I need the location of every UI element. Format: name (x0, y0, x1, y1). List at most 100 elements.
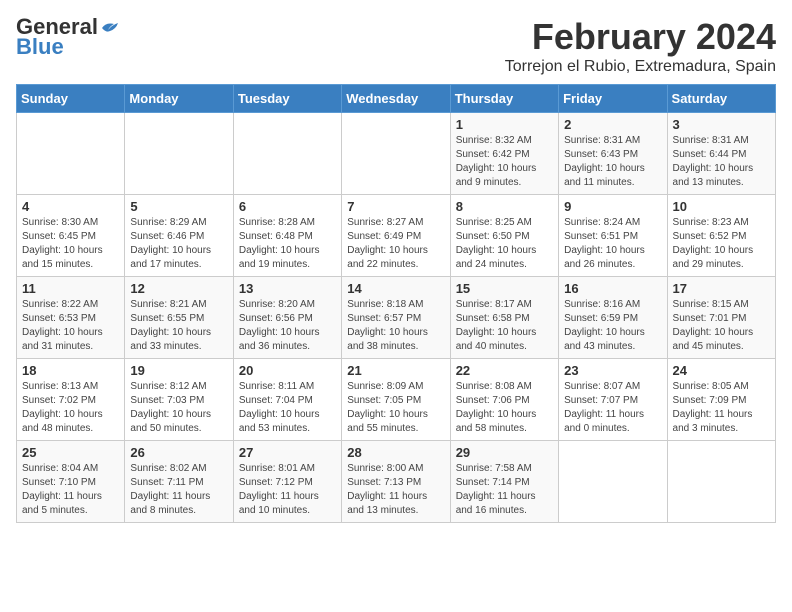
day-info: Sunrise: 8:02 AM Sunset: 7:11 PM Dayligh… (130, 462, 227, 518)
day-number: 14 (347, 281, 444, 296)
calendar-cell: 1Sunrise: 8:32 AM Sunset: 6:42 PM Daylig… (450, 113, 558, 195)
calendar-cell: 6 Sunrise: 8:28 AM Sunset: 6:48 PM Daylig… (233, 195, 341, 277)
calendar-cell: 15 Sunrise: 8:17 AM Sunset: 6:58 PM Dayli… (450, 277, 558, 359)
day-number: 22 (456, 363, 553, 378)
calendar-cell: 10 Sunrise: 8:23 AM Sunset: 6:52 PM Dayli… (667, 195, 775, 277)
day-info: Sunrise: 8:16 AM Sunset: 6:59 PM Dayligh… (564, 298, 661, 354)
day-info: Sunrise: 8:00 AM Sunset: 7:13 PM Dayligh… (347, 462, 444, 518)
day-number: 24 (673, 363, 770, 378)
day-info: Sunrise: 8:30 AM Sunset: 6:45 PM Dayligh… (22, 216, 119, 272)
weekday-header-thursday: Thursday (450, 85, 558, 113)
calendar-cell: 4 Sunrise: 8:30 AM Sunset: 6:45 PM Daylig… (17, 195, 125, 277)
day-number: 9 (564, 199, 661, 214)
weekday-header-saturday: Saturday (667, 85, 775, 113)
weekday-header-tuesday: Tuesday (233, 85, 341, 113)
logo: General Blue (16, 16, 120, 60)
calendar-cell: 2Sunrise: 8:31 AM Sunset: 6:43 PM Daylig… (559, 113, 667, 195)
weekday-header-sunday: Sunday (17, 85, 125, 113)
day-info: Sunrise: 8:17 AM Sunset: 6:58 PM Dayligh… (456, 298, 553, 354)
day-number: 3 (673, 117, 770, 132)
day-number: 29 (456, 445, 553, 460)
day-info: Sunrise: 8:12 AM Sunset: 7:03 PM Dayligh… (130, 380, 227, 436)
calendar-cell: 14 Sunrise: 8:18 AM Sunset: 6:57 PM Dayli… (342, 277, 450, 359)
calendar-cell: 11 Sunrise: 8:22 AM Sunset: 6:53 PM Dayli… (17, 277, 125, 359)
calendar-week-5: 25 Sunrise: 8:04 AM Sunset: 7:10 PM Dayli… (17, 441, 776, 523)
calendar-cell: 17Sunrise: 8:15 AM Sunset: 7:01 PM Dayli… (667, 277, 775, 359)
day-info: Sunrise: 8:25 AM Sunset: 6:50 PM Dayligh… (456, 216, 553, 272)
calendar-cell: 12 Sunrise: 8:21 AM Sunset: 6:55 PM Dayli… (125, 277, 233, 359)
day-info: Sunrise: 8:20 AM Sunset: 6:56 PM Dayligh… (239, 298, 336, 354)
day-number: 10 (673, 199, 770, 214)
day-info: Sunrise: 8:27 AM Sunset: 6:49 PM Dayligh… (347, 216, 444, 272)
calendar-cell: 23Sunrise: 8:07 AM Sunset: 7:07 PM Dayli… (559, 359, 667, 441)
calendar-cell: 28 Sunrise: 8:00 AM Sunset: 7:13 PM Dayli… (342, 441, 450, 523)
calendar-cell: 25 Sunrise: 8:04 AM Sunset: 7:10 PM Dayli… (17, 441, 125, 523)
page-header: General Blue February 2024 Torrejon el R… (16, 16, 776, 76)
day-info: Sunrise: 8:28 AM Sunset: 6:48 PM Dayligh… (239, 216, 336, 272)
calendar-week-1: 1Sunrise: 8:32 AM Sunset: 6:42 PM Daylig… (17, 113, 776, 195)
day-number: 2 (564, 117, 661, 132)
day-number: 19 (130, 363, 227, 378)
day-info: Sunrise: 8:01 AM Sunset: 7:12 PM Dayligh… (239, 462, 336, 518)
day-number: 21 (347, 363, 444, 378)
day-number: 16 (564, 281, 661, 296)
day-number: 8 (456, 199, 553, 214)
day-number: 15 (456, 281, 553, 296)
day-number: 25 (22, 445, 119, 460)
calendar-cell: 13 Sunrise: 8:20 AM Sunset: 6:56 PM Dayli… (233, 277, 341, 359)
logo-bird-icon (100, 20, 120, 36)
day-info: Sunrise: 7:58 AM Sunset: 7:14 PM Dayligh… (456, 462, 553, 518)
day-info: Sunrise: 8:13 AM Sunset: 7:02 PM Dayligh… (22, 380, 119, 436)
calendar-cell (233, 113, 341, 195)
calendar-cell: 26Sunrise: 8:02 AM Sunset: 7:11 PM Dayli… (125, 441, 233, 523)
day-info: Sunrise: 8:18 AM Sunset: 6:57 PM Dayligh… (347, 298, 444, 354)
calendar-cell (17, 113, 125, 195)
title-area: February 2024 Torrejon el Rubio, Extrema… (505, 16, 776, 76)
calendar-cell: 20Sunrise: 8:11 AM Sunset: 7:04 PM Dayli… (233, 359, 341, 441)
calendar-cell (667, 441, 775, 523)
day-info: Sunrise: 8:23 AM Sunset: 6:52 PM Dayligh… (673, 216, 770, 272)
day-info: Sunrise: 8:31 AM Sunset: 6:44 PM Dayligh… (673, 134, 770, 190)
day-info: Sunrise: 8:22 AM Sunset: 6:53 PM Dayligh… (22, 298, 119, 354)
day-info: Sunrise: 8:09 AM Sunset: 7:05 PM Dayligh… (347, 380, 444, 436)
weekday-header-friday: Friday (559, 85, 667, 113)
calendar-week-4: 18Sunrise: 8:13 AM Sunset: 7:02 PM Dayli… (17, 359, 776, 441)
day-info: Sunrise: 8:21 AM Sunset: 6:55 PM Dayligh… (130, 298, 227, 354)
day-number: 7 (347, 199, 444, 214)
calendar-cell: 24 Sunrise: 8:05 AM Sunset: 7:09 PM Dayli… (667, 359, 775, 441)
calendar-cell (342, 113, 450, 195)
day-info: Sunrise: 8:08 AM Sunset: 7:06 PM Dayligh… (456, 380, 553, 436)
day-number: 6 (239, 199, 336, 214)
month-title: February 2024 (505, 16, 776, 58)
calendar-cell: 18Sunrise: 8:13 AM Sunset: 7:02 PM Dayli… (17, 359, 125, 441)
calendar-cell: 5Sunrise: 8:29 AM Sunset: 6:46 PM Daylig… (125, 195, 233, 277)
location-title: Torrejon el Rubio, Extremadura, Spain (505, 58, 776, 76)
day-number: 12 (130, 281, 227, 296)
calendar-cell: 27 Sunrise: 8:01 AM Sunset: 7:12 PM Dayli… (233, 441, 341, 523)
day-number: 1 (456, 117, 553, 132)
calendar-cell: 7 Sunrise: 8:27 AM Sunset: 6:49 PM Daylig… (342, 195, 450, 277)
day-number: 28 (347, 445, 444, 460)
calendar-body: 1Sunrise: 8:32 AM Sunset: 6:42 PM Daylig… (17, 113, 776, 523)
day-number: 13 (239, 281, 336, 296)
calendar-week-2: 4 Sunrise: 8:30 AM Sunset: 6:45 PM Daylig… (17, 195, 776, 277)
day-number: 5 (130, 199, 227, 214)
weekday-header-row: SundayMondayTuesdayWednesdayThursdayFrid… (17, 85, 776, 113)
calendar-cell (559, 441, 667, 523)
calendar-cell: 8 Sunrise: 8:25 AM Sunset: 6:50 PM Daylig… (450, 195, 558, 277)
day-info: Sunrise: 8:24 AM Sunset: 6:51 PM Dayligh… (564, 216, 661, 272)
day-number: 27 (239, 445, 336, 460)
calendar-cell: 19 Sunrise: 8:12 AM Sunset: 7:03 PM Dayli… (125, 359, 233, 441)
calendar-cell (125, 113, 233, 195)
calendar-cell: 21 Sunrise: 8:09 AM Sunset: 7:05 PM Dayli… (342, 359, 450, 441)
calendar-cell: 3 Sunrise: 8:31 AM Sunset: 6:44 PM Daylig… (667, 113, 775, 195)
day-info: Sunrise: 8:04 AM Sunset: 7:10 PM Dayligh… (22, 462, 119, 518)
day-info: Sunrise: 8:07 AM Sunset: 7:07 PM Dayligh… (564, 380, 661, 436)
weekday-header-monday: Monday (125, 85, 233, 113)
calendar-cell: 16 Sunrise: 8:16 AM Sunset: 6:59 PM Dayli… (559, 277, 667, 359)
day-info: Sunrise: 8:05 AM Sunset: 7:09 PM Dayligh… (673, 380, 770, 436)
day-info: Sunrise: 8:11 AM Sunset: 7:04 PM Dayligh… (239, 380, 336, 436)
day-number: 11 (22, 281, 119, 296)
calendar-cell: 9 Sunrise: 8:24 AM Sunset: 6:51 PM Daylig… (559, 195, 667, 277)
day-number: 4 (22, 199, 119, 214)
